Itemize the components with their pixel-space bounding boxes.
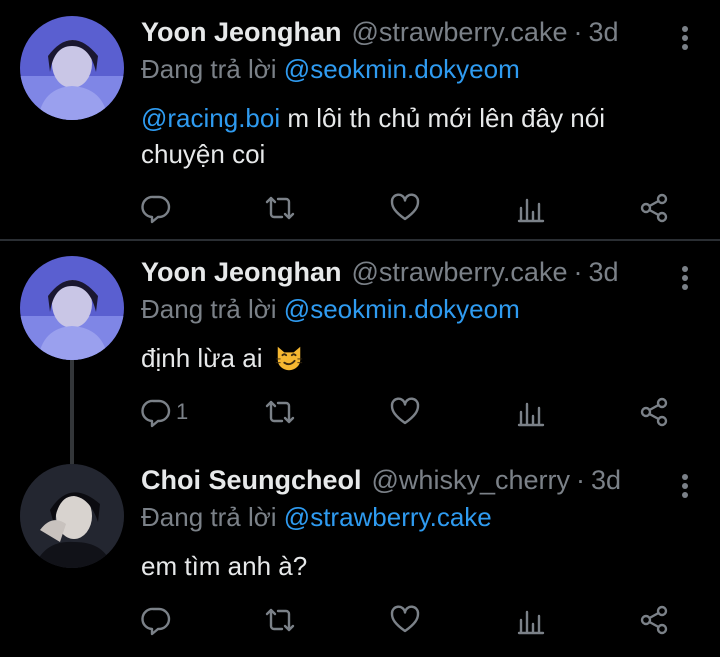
avatar[interactable] (20, 256, 124, 360)
tweet-actions: 1 (0, 392, 720, 432)
username[interactable]: @strawberry.cake (352, 254, 568, 290)
reply-icon (141, 399, 171, 428)
separator-dot: · (575, 465, 585, 495)
tweet-body-text: em tìm anh à? (141, 551, 308, 581)
like-button[interactable] (389, 188, 421, 228)
share-icon (640, 397, 668, 427)
like-button[interactable] (389, 600, 421, 640)
replying-prefix: Đang trả lời (141, 54, 277, 84)
analytics-button[interactable] (515, 392, 547, 432)
timestamp[interactable]: 3d (588, 254, 618, 290)
reply-icon (141, 607, 171, 636)
retweet-button[interactable] (264, 188, 296, 228)
retweet-icon (265, 196, 295, 220)
display-name[interactable]: Yoon Jeonghan (141, 14, 342, 50)
timestamp[interactable]: 3d (588, 14, 618, 50)
analytics-button[interactable] (515, 600, 547, 640)
tweet-divider (0, 239, 720, 241)
more-icon[interactable] (678, 472, 692, 500)
display-name[interactable]: Choi Seungcheol (141, 462, 362, 498)
username[interactable]: @strawberry.cake (352, 14, 568, 50)
share-button[interactable] (638, 392, 670, 432)
like-icon (390, 193, 420, 221)
analytics-icon (517, 402, 545, 427)
tweet-text: định lừa ai (141, 340, 680, 376)
replying-to-link[interactable]: @seokmin.dokyeom (284, 294, 520, 324)
analytics-icon (517, 610, 545, 635)
tweet-text: @racing.boi m lôi th chủ mới lên đây nói… (141, 100, 680, 172)
separator-dot: · (573, 17, 583, 47)
reply-icon (141, 195, 171, 224)
tweet-header: Yoon Jeonghan @strawberry.cake · 3d (141, 254, 666, 290)
replying-to: Đang trả lời @strawberry.cake (141, 500, 492, 534)
tweet-header: Choi Seungcheol @whisky_cherry · 3d (141, 462, 666, 498)
share-button[interactable] (638, 188, 670, 228)
tweet-actions (0, 188, 720, 228)
retweet-button[interactable] (264, 600, 296, 640)
more-icon[interactable] (678, 264, 692, 292)
tweet-text: em tìm anh à? (141, 548, 680, 584)
tweet[interactable]: Yoon Jeonghan @strawberry.cake · 3d Đang… (0, 254, 720, 454)
like-button[interactable] (389, 392, 421, 432)
tweet-header: Yoon Jeonghan @strawberry.cake · 3d (141, 14, 666, 50)
reply-count: 1 (176, 399, 189, 424)
replying-prefix: Đang trả lời (141, 502, 277, 532)
replying-to: Đang trả lời @seokmin.dokyeom (141, 292, 520, 326)
tweet[interactable]: Yoon Jeonghan @strawberry.cake · 3d Đang… (0, 14, 720, 240)
share-icon (640, 193, 668, 223)
analytics-icon (517, 198, 545, 223)
tweet-actions (0, 600, 720, 640)
reply-button[interactable] (140, 600, 176, 640)
tweet-body-text: định lừa ai (141, 343, 263, 373)
like-icon (390, 605, 420, 633)
separator-dot: · (573, 257, 583, 287)
avatar[interactable] (20, 16, 124, 120)
replying-prefix: Đang trả lời (141, 294, 277, 324)
username[interactable]: @whisky_cherry (372, 462, 570, 498)
replying-to-link[interactable]: @strawberry.cake (284, 502, 492, 532)
retweet-icon (265, 608, 295, 632)
smirking-cat-emoji (275, 346, 302, 371)
mention-link[interactable]: @racing.boi (141, 103, 280, 133)
share-icon (640, 605, 668, 635)
avatar[interactable] (20, 464, 124, 568)
tweet[interactable]: Choi Seungcheol @whisky_cherry · 3d Đang… (0, 462, 720, 657)
reply-button[interactable]: 1 (140, 392, 188, 432)
replying-to-link[interactable]: @seokmin.dokyeom (284, 54, 520, 84)
like-icon (390, 397, 420, 425)
analytics-button[interactable] (515, 188, 547, 228)
reply-button[interactable] (140, 188, 176, 228)
replying-to: Đang trả lời @seokmin.dokyeom (141, 52, 520, 86)
share-button[interactable] (638, 600, 670, 640)
retweet-button[interactable] (264, 392, 296, 432)
timestamp[interactable]: 3d (591, 462, 621, 498)
display-name[interactable]: Yoon Jeonghan (141, 254, 342, 290)
retweet-icon (265, 400, 295, 424)
more-icon[interactable] (678, 24, 692, 52)
